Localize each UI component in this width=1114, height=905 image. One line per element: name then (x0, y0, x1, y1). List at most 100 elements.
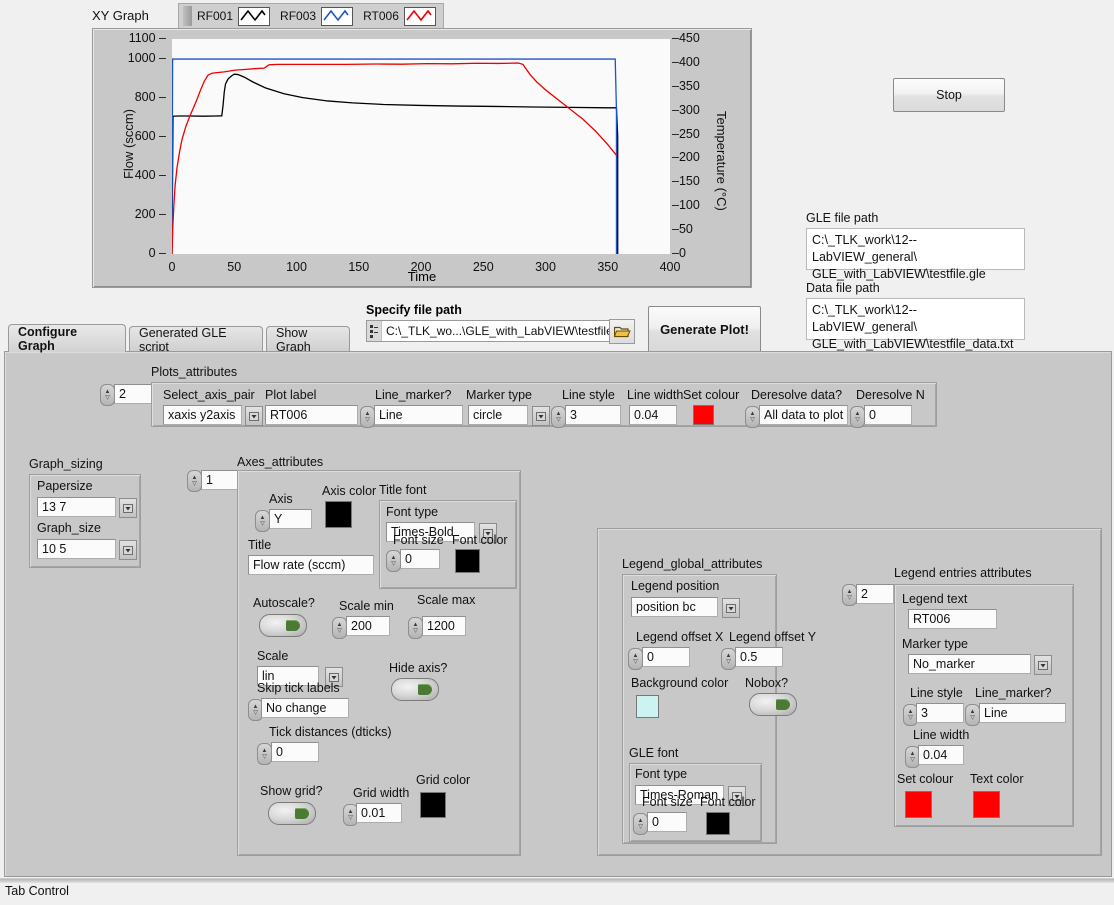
scale-min-spinner[interactable]: ▲ ▽ (332, 617, 347, 639)
legend-text-label: Legend text (902, 592, 968, 606)
tab-show-graph[interactable]: Show Graph (266, 326, 350, 354)
axis-color-swatch[interactable] (325, 501, 352, 528)
plot-legend-line-icon[interactable] (403, 6, 436, 26)
grid-width-input[interactable]: 0.01 (356, 803, 402, 823)
deresolve-n-spinner[interactable]: ▲ ▽ (850, 406, 865, 428)
legend-line-marker-input[interactable]: Line (979, 703, 1066, 723)
skip-tick-labels-input[interactable]: No change (261, 698, 349, 718)
papersize-dropdown-icon[interactable] (119, 498, 137, 518)
grid-color-swatch[interactable] (420, 792, 446, 818)
scale-max-spinner[interactable]: ▲ ▽ (408, 617, 423, 639)
set-colour-swatch[interactable] (693, 405, 714, 425)
graph-size-dropdown-icon[interactable] (119, 540, 137, 560)
status-bar-text: Tab Control (5, 884, 69, 898)
data-file-path-label: Data file path (806, 281, 880, 295)
legend-offset-y-spinner[interactable]: ▲ ▽ (721, 648, 736, 670)
axes-attributes-index[interactable]: 1 (201, 470, 239, 490)
axes-attributes-index-spinner[interactable]: ▲ ▽ (187, 470, 202, 492)
line-width-input[interactable]: 0.04 (629, 405, 677, 425)
nobox-knob (776, 699, 790, 710)
y2-tick: –100 (672, 198, 700, 213)
scale-min-input[interactable]: 200 (346, 616, 390, 636)
nobox-toggle[interactable] (749, 693, 797, 716)
plots-attributes-index-spinner[interactable]: ▲ ▽ (100, 384, 115, 406)
gle-font-color-swatch[interactable] (706, 812, 730, 835)
plot-legend-item-rt006[interactable]: RT006 (358, 6, 441, 26)
y-tick: 600 – (134, 128, 166, 143)
line-marker-label: Line_marker? (375, 388, 452, 402)
gle-file-path-display: C:\_TLK_work\12--LabVIEW_general\ GLE_wi… (806, 228, 1025, 281)
legend-grip[interactable] (183, 6, 192, 26)
legend-line-width-input[interactable]: 0.04 (918, 745, 964, 765)
legend-entries-index-spinner[interactable]: ▲ ▽ (842, 584, 857, 606)
xy-graph-title: XY Graph (92, 8, 149, 23)
plot-legend-item-rf003[interactable]: RF003 (275, 6, 358, 26)
grid-color-label: Grid color (416, 773, 471, 787)
stop-button[interactable]: Stop (893, 78, 1005, 112)
legend-line-marker-spinner[interactable]: ▲ ▽ (965, 704, 980, 726)
axis-title-input[interactable]: Flow rate (sccm) (248, 555, 374, 575)
title-font-size-input[interactable]: 0 (400, 549, 440, 569)
legend-position-dropdown-icon[interactable] (722, 598, 740, 618)
legend-marker-type-label: Marker type (902, 637, 968, 651)
series-rt006 (172, 62, 617, 254)
legend-offset-x-spinner[interactable]: ▲ ▽ (628, 648, 643, 670)
papersize-input[interactable]: 13 7 (37, 497, 116, 517)
legend-marker-type-dropdown-icon[interactable] (1034, 655, 1052, 675)
axis-spinner[interactable]: ▲ ▽ (255, 510, 270, 532)
legend-text-color-swatch[interactable] (973, 791, 1000, 818)
legend-line-style-input[interactable]: 3 (916, 703, 964, 723)
plot-label-label: Plot label (265, 388, 317, 402)
line-style-input[interactable]: 3 (565, 405, 621, 425)
deresolve-data-input[interactable]: All data to plot (759, 405, 848, 425)
marker-type-input[interactable]: circle (468, 405, 528, 425)
xy-graph[interactable]: Flow (sccm) Temperature (°C) Time 1100 –… (92, 28, 752, 288)
deresolve-n-label: Deresolve N (856, 388, 925, 402)
x-tick: 150 (348, 260, 370, 274)
tick-distances-input[interactable]: 0 (271, 742, 319, 762)
line-style-spinner[interactable]: ▲ ▽ (551, 406, 566, 428)
select-axis-pair-input[interactable]: xaxis y2axis (163, 405, 242, 425)
title-font-size-spinner[interactable]: ▲ ▽ (386, 550, 401, 572)
marker-type-dropdown-icon[interactable] (532, 406, 550, 426)
title-font-color-swatch[interactable] (455, 549, 480, 573)
x-tick: 300 (535, 260, 556, 274)
legend-marker-type-input[interactable]: No_marker (908, 654, 1031, 674)
plot-legend-line-icon[interactable] (238, 6, 271, 26)
marker-type-label: Marker type (466, 388, 532, 402)
legend-set-colour-swatch[interactable] (905, 791, 932, 818)
plot-legend[interactable]: RF001 RF003 RT006 (178, 3, 444, 29)
legend-offset-y-input[interactable]: 0.5 (735, 647, 783, 667)
tick-distances-spinner[interactable]: ▲ ▽ (257, 743, 272, 765)
deresolve-n-input[interactable]: 0 (864, 405, 912, 425)
plot-area[interactable] (172, 39, 670, 254)
axis-input[interactable]: Y (269, 509, 312, 529)
legend-offset-x-input[interactable]: 0 (642, 647, 690, 667)
select-axis-pair-dropdown-icon[interactable] (245, 406, 263, 426)
deresolve-data-spinner[interactable]: ▲ ▽ (745, 406, 760, 428)
plot-label-input[interactable]: RT006 (265, 405, 358, 425)
plot-legend-item-rf001[interactable]: RF001 (192, 6, 275, 26)
graph-size-input[interactable]: 10 5 (37, 539, 116, 559)
plots-attributes-index[interactable]: 2 (114, 384, 152, 404)
plot-legend-line-icon[interactable] (321, 6, 354, 26)
hide-axis-toggle[interactable] (391, 678, 439, 701)
scale-max-input[interactable]: 1200 (422, 616, 466, 636)
legend-text-input[interactable]: RT006 (908, 609, 997, 629)
show-grid-toggle[interactable] (268, 802, 316, 825)
legend-entries-index[interactable]: 2 (856, 584, 894, 604)
autoscale-toggle[interactable] (259, 614, 307, 637)
plot-legend-name: RF001 (197, 9, 234, 23)
tab-configure-graph[interactable]: Configure Graph (8, 324, 126, 353)
line-marker-input[interactable]: Line (374, 405, 463, 425)
y2-tick: –0 (672, 246, 686, 260)
gle-font-size-spinner[interactable]: ▲ ▽ (633, 813, 648, 835)
tab-generated-gle-script[interactable]: Generated GLE script (129, 326, 263, 354)
legend-background-color-swatch[interactable] (636, 695, 659, 718)
gle-font-size-input[interactable]: 0 (647, 812, 687, 832)
papersize-label: Papersize (37, 479, 93, 493)
labview-front-panel: XY Graph RF001 RF003 RT006 Flow (sccm) Tem… (0, 0, 1114, 905)
plot-legend-name: RF003 (280, 9, 317, 23)
legend-position-input[interactable]: position bc (631, 597, 718, 617)
line-marker-spinner[interactable]: ▲ ▽ (360, 406, 375, 428)
